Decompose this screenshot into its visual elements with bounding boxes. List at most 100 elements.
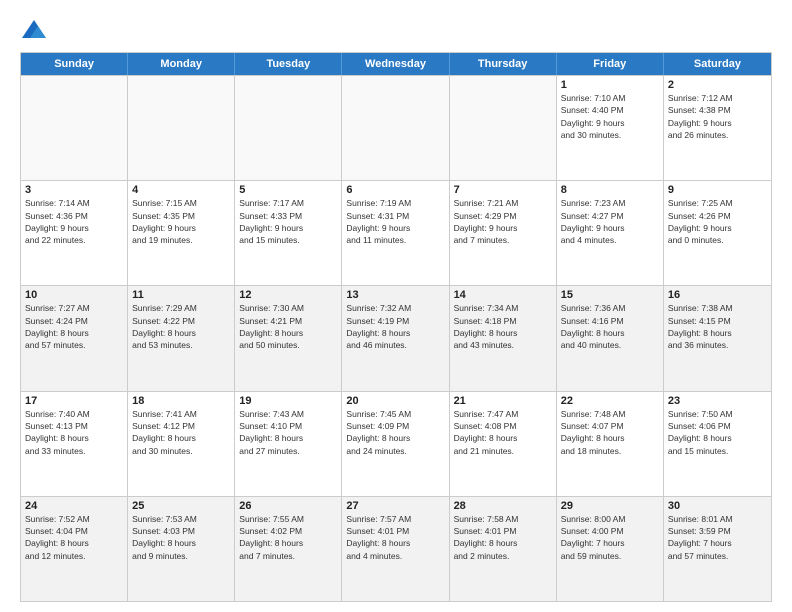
day-number: 11 xyxy=(132,289,230,301)
cal-cell-4-3: 27Sunrise: 7:57 AM Sunset: 4:01 PM Dayli… xyxy=(342,497,449,601)
day-info: Sunrise: 7:41 AM Sunset: 4:12 PM Dayligh… xyxy=(132,408,230,457)
calendar-body: 1Sunrise: 7:10 AM Sunset: 4:40 PM Daylig… xyxy=(21,75,771,601)
day-info: Sunrise: 7:53 AM Sunset: 4:03 PM Dayligh… xyxy=(132,513,230,562)
day-info: Sunrise: 7:48 AM Sunset: 4:07 PM Dayligh… xyxy=(561,408,659,457)
day-number: 5 xyxy=(239,184,337,196)
header xyxy=(20,16,772,44)
day-info: Sunrise: 7:47 AM Sunset: 4:08 PM Dayligh… xyxy=(454,408,552,457)
day-info: Sunrise: 7:57 AM Sunset: 4:01 PM Dayligh… xyxy=(346,513,444,562)
day-info: Sunrise: 7:45 AM Sunset: 4:09 PM Dayligh… xyxy=(346,408,444,457)
cal-cell-1-0: 3Sunrise: 7:14 AM Sunset: 4:36 PM Daylig… xyxy=(21,181,128,285)
day-number: 6 xyxy=(346,184,444,196)
day-number: 14 xyxy=(454,289,552,301)
day-number: 8 xyxy=(561,184,659,196)
cal-cell-3-2: 19Sunrise: 7:43 AM Sunset: 4:10 PM Dayli… xyxy=(235,392,342,496)
day-info: Sunrise: 8:01 AM Sunset: 3:59 PM Dayligh… xyxy=(668,513,767,562)
day-info: Sunrise: 7:34 AM Sunset: 4:18 PM Dayligh… xyxy=(454,302,552,351)
day-info: Sunrise: 7:55 AM Sunset: 4:02 PM Dayligh… xyxy=(239,513,337,562)
day-info: Sunrise: 7:27 AM Sunset: 4:24 PM Dayligh… xyxy=(25,302,123,351)
cal-cell-3-3: 20Sunrise: 7:45 AM Sunset: 4:09 PM Dayli… xyxy=(342,392,449,496)
day-number: 19 xyxy=(239,395,337,407)
day-info: Sunrise: 7:32 AM Sunset: 4:19 PM Dayligh… xyxy=(346,302,444,351)
page: SundayMondayTuesdayWednesdayThursdayFrid… xyxy=(0,0,792,612)
day-number: 17 xyxy=(25,395,123,407)
day-number: 12 xyxy=(239,289,337,301)
cal-cell-4-0: 24Sunrise: 7:52 AM Sunset: 4:04 PM Dayli… xyxy=(21,497,128,601)
day-info: Sunrise: 7:12 AM Sunset: 4:38 PM Dayligh… xyxy=(668,92,767,141)
header-day-saturday: Saturday xyxy=(664,53,771,75)
header-day-friday: Friday xyxy=(557,53,664,75)
calendar-row-0: 1Sunrise: 7:10 AM Sunset: 4:40 PM Daylig… xyxy=(21,75,771,180)
cal-cell-1-1: 4Sunrise: 7:15 AM Sunset: 4:35 PM Daylig… xyxy=(128,181,235,285)
calendar-row-1: 3Sunrise: 7:14 AM Sunset: 4:36 PM Daylig… xyxy=(21,180,771,285)
day-info: Sunrise: 7:50 AM Sunset: 4:06 PM Dayligh… xyxy=(668,408,767,457)
day-number: 13 xyxy=(346,289,444,301)
cal-cell-0-3 xyxy=(342,76,449,180)
day-number: 9 xyxy=(668,184,767,196)
cal-cell-3-4: 21Sunrise: 7:47 AM Sunset: 4:08 PM Dayli… xyxy=(450,392,557,496)
cal-cell-0-0 xyxy=(21,76,128,180)
calendar-row-4: 24Sunrise: 7:52 AM Sunset: 4:04 PM Dayli… xyxy=(21,496,771,601)
day-number: 15 xyxy=(561,289,659,301)
cal-cell-4-4: 28Sunrise: 7:58 AM Sunset: 4:01 PM Dayli… xyxy=(450,497,557,601)
cal-cell-0-5: 1Sunrise: 7:10 AM Sunset: 4:40 PM Daylig… xyxy=(557,76,664,180)
day-info: Sunrise: 7:40 AM Sunset: 4:13 PM Dayligh… xyxy=(25,408,123,457)
cal-cell-0-4 xyxy=(450,76,557,180)
day-info: Sunrise: 7:52 AM Sunset: 4:04 PM Dayligh… xyxy=(25,513,123,562)
cal-cell-4-1: 25Sunrise: 7:53 AM Sunset: 4:03 PM Dayli… xyxy=(128,497,235,601)
day-number: 22 xyxy=(561,395,659,407)
cal-cell-0-1 xyxy=(128,76,235,180)
cal-cell-1-2: 5Sunrise: 7:17 AM Sunset: 4:33 PM Daylig… xyxy=(235,181,342,285)
day-number: 30 xyxy=(668,500,767,512)
day-info: Sunrise: 7:36 AM Sunset: 4:16 PM Dayligh… xyxy=(561,302,659,351)
cal-cell-4-5: 29Sunrise: 8:00 AM Sunset: 4:00 PM Dayli… xyxy=(557,497,664,601)
cal-cell-4-2: 26Sunrise: 7:55 AM Sunset: 4:02 PM Dayli… xyxy=(235,497,342,601)
day-number: 7 xyxy=(454,184,552,196)
cal-cell-0-6: 2Sunrise: 7:12 AM Sunset: 4:38 PM Daylig… xyxy=(664,76,771,180)
calendar: SundayMondayTuesdayWednesdayThursdayFrid… xyxy=(20,52,772,602)
day-number: 25 xyxy=(132,500,230,512)
day-info: Sunrise: 7:21 AM Sunset: 4:29 PM Dayligh… xyxy=(454,197,552,246)
day-number: 2 xyxy=(668,79,767,91)
day-info: Sunrise: 7:14 AM Sunset: 4:36 PM Dayligh… xyxy=(25,197,123,246)
header-day-sunday: Sunday xyxy=(21,53,128,75)
cal-cell-1-4: 7Sunrise: 7:21 AM Sunset: 4:29 PM Daylig… xyxy=(450,181,557,285)
day-number: 24 xyxy=(25,500,123,512)
day-info: Sunrise: 7:38 AM Sunset: 4:15 PM Dayligh… xyxy=(668,302,767,351)
calendar-row-3: 17Sunrise: 7:40 AM Sunset: 4:13 PM Dayli… xyxy=(21,391,771,496)
cal-cell-2-3: 13Sunrise: 7:32 AM Sunset: 4:19 PM Dayli… xyxy=(342,286,449,390)
day-info: Sunrise: 8:00 AM Sunset: 4:00 PM Dayligh… xyxy=(561,513,659,562)
logo-icon xyxy=(20,16,48,44)
day-info: Sunrise: 7:58 AM Sunset: 4:01 PM Dayligh… xyxy=(454,513,552,562)
cal-cell-4-6: 30Sunrise: 8:01 AM Sunset: 3:59 PM Dayli… xyxy=(664,497,771,601)
day-number: 20 xyxy=(346,395,444,407)
day-info: Sunrise: 7:30 AM Sunset: 4:21 PM Dayligh… xyxy=(239,302,337,351)
day-number: 4 xyxy=(132,184,230,196)
day-info: Sunrise: 7:43 AM Sunset: 4:10 PM Dayligh… xyxy=(239,408,337,457)
day-number: 3 xyxy=(25,184,123,196)
day-number: 26 xyxy=(239,500,337,512)
calendar-row-2: 10Sunrise: 7:27 AM Sunset: 4:24 PM Dayli… xyxy=(21,285,771,390)
day-number: 10 xyxy=(25,289,123,301)
day-info: Sunrise: 7:29 AM Sunset: 4:22 PM Dayligh… xyxy=(132,302,230,351)
day-number: 27 xyxy=(346,500,444,512)
cal-cell-3-6: 23Sunrise: 7:50 AM Sunset: 4:06 PM Dayli… xyxy=(664,392,771,496)
cal-cell-0-2 xyxy=(235,76,342,180)
cal-cell-3-0: 17Sunrise: 7:40 AM Sunset: 4:13 PM Dayli… xyxy=(21,392,128,496)
day-info: Sunrise: 7:17 AM Sunset: 4:33 PM Dayligh… xyxy=(239,197,337,246)
day-number: 1 xyxy=(561,79,659,91)
cal-cell-1-5: 8Sunrise: 7:23 AM Sunset: 4:27 PM Daylig… xyxy=(557,181,664,285)
cal-cell-2-1: 11Sunrise: 7:29 AM Sunset: 4:22 PM Dayli… xyxy=(128,286,235,390)
cal-cell-1-3: 6Sunrise: 7:19 AM Sunset: 4:31 PM Daylig… xyxy=(342,181,449,285)
day-number: 16 xyxy=(668,289,767,301)
header-day-monday: Monday xyxy=(128,53,235,75)
cal-cell-2-2: 12Sunrise: 7:30 AM Sunset: 4:21 PM Dayli… xyxy=(235,286,342,390)
header-day-tuesday: Tuesday xyxy=(235,53,342,75)
day-number: 18 xyxy=(132,395,230,407)
day-info: Sunrise: 7:23 AM Sunset: 4:27 PM Dayligh… xyxy=(561,197,659,246)
header-day-wednesday: Wednesday xyxy=(342,53,449,75)
header-day-thursday: Thursday xyxy=(450,53,557,75)
cal-cell-2-0: 10Sunrise: 7:27 AM Sunset: 4:24 PM Dayli… xyxy=(21,286,128,390)
cal-cell-2-5: 15Sunrise: 7:36 AM Sunset: 4:16 PM Dayli… xyxy=(557,286,664,390)
day-info: Sunrise: 7:25 AM Sunset: 4:26 PM Dayligh… xyxy=(668,197,767,246)
